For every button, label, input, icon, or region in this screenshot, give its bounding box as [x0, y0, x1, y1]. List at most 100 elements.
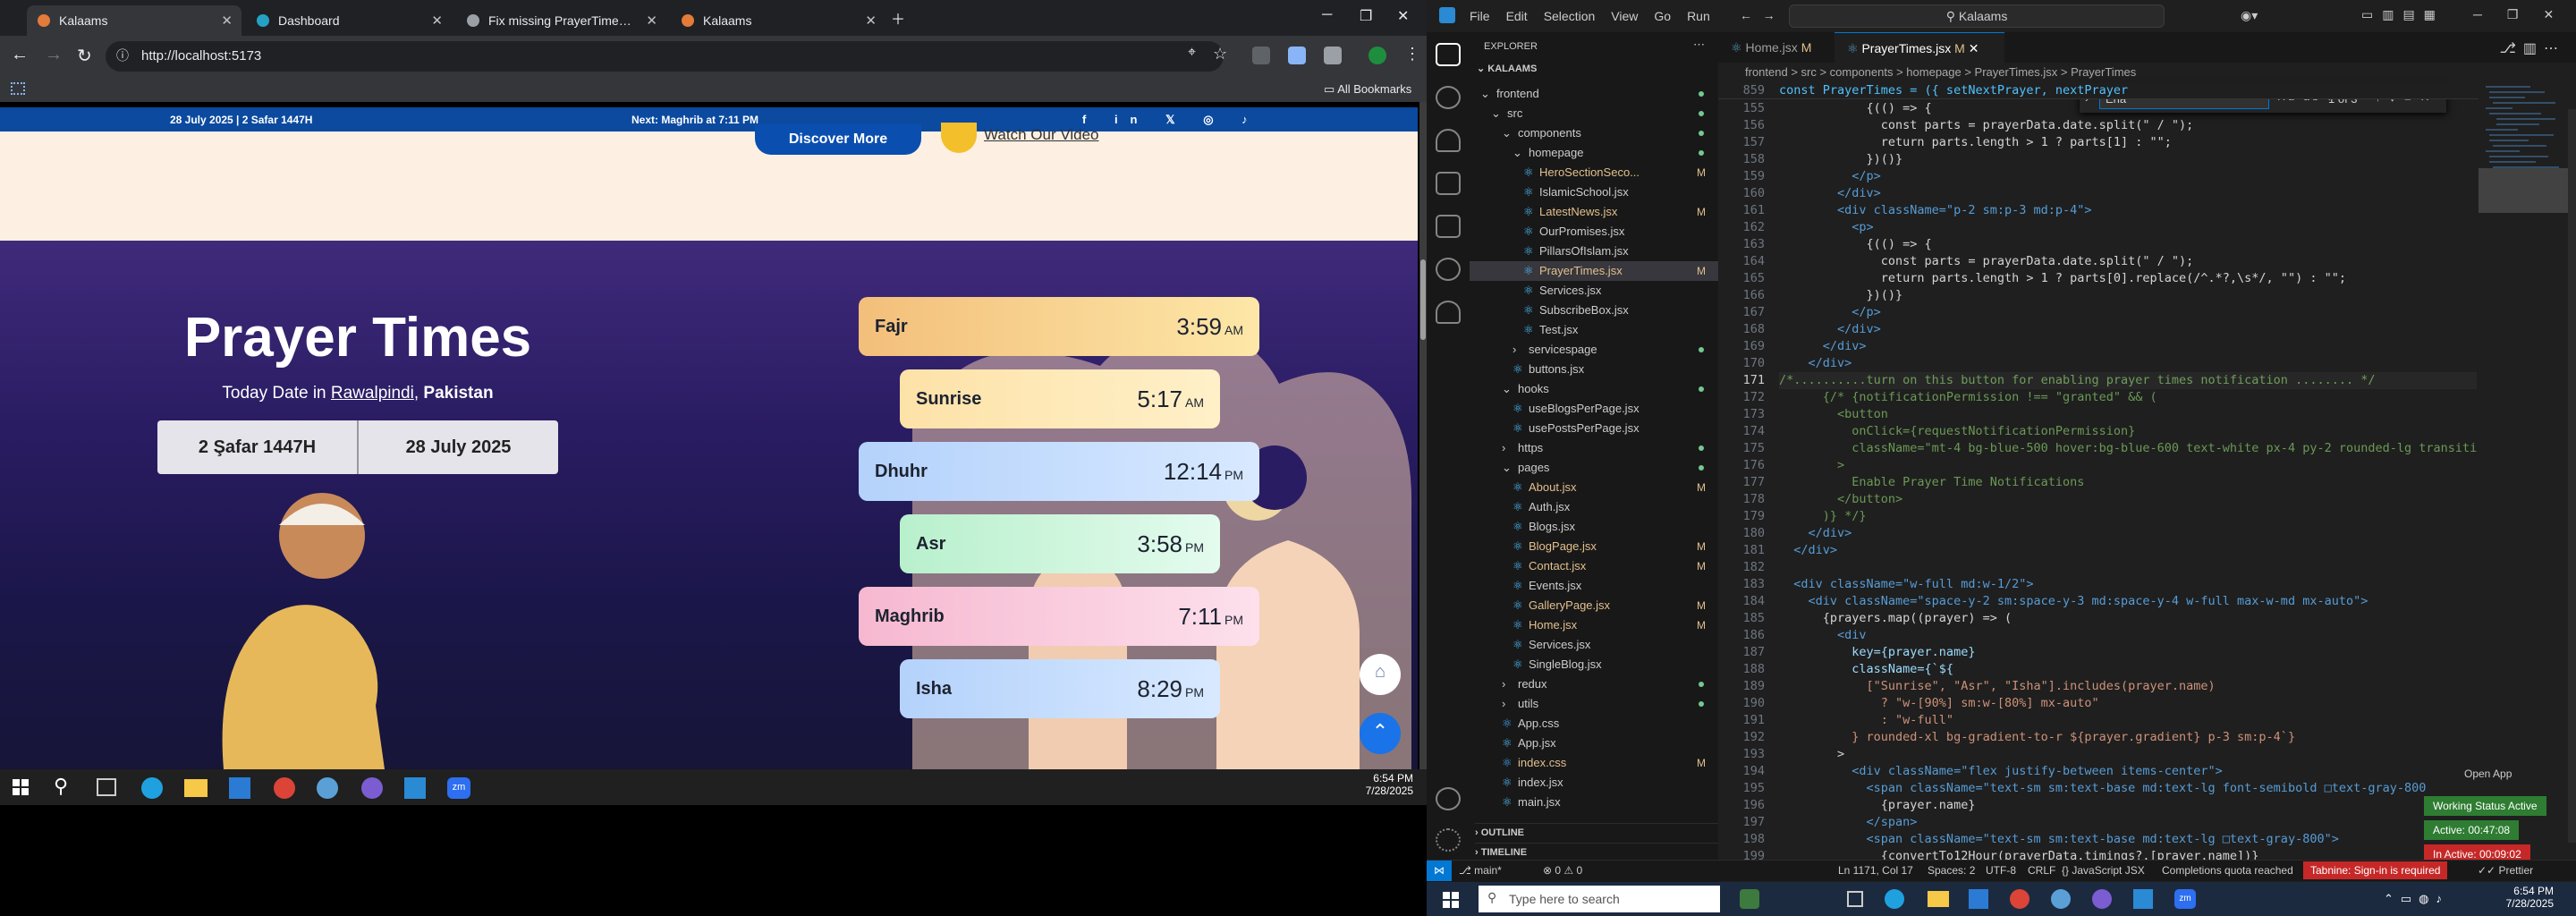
- workspace-root[interactable]: ⌄ KALAAMS: [1477, 63, 1537, 74]
- extensions-puzzle-icon[interactable]: [1324, 47, 1342, 64]
- task-view-icon[interactable]: [1847, 891, 1863, 907]
- explorer-icon[interactable]: [1436, 43, 1461, 66]
- outline-section[interactable]: › OUTLINE: [1475, 823, 1718, 838]
- command-search[interactable]: ⚲ Kalaams: [1789, 4, 2165, 28]
- close-tab-icon[interactable]: ✕: [431, 13, 443, 29]
- file-item[interactable]: ⚛ index.css M: [1470, 753, 1718, 773]
- back-icon[interactable]: ←: [11, 45, 29, 65]
- github-desktop-icon[interactable]: [361, 777, 383, 799]
- store-icon[interactable]: [229, 777, 250, 799]
- search-icon[interactable]: ⚲: [54, 775, 68, 798]
- quota-indicator[interactable]: Completions quota reached: [2162, 864, 2293, 877]
- open-app-link[interactable]: Open App: [2464, 768, 2512, 780]
- extension-icon[interactable]: [1252, 47, 1270, 64]
- folder-redux[interactable]: › redux: [1470, 674, 1718, 694]
- edge-icon[interactable]: [1885, 889, 1904, 909]
- file-item[interactable]: ⚛ index.jsx: [1470, 773, 1718, 793]
- profile-avatar[interactable]: [1368, 47, 1386, 64]
- watch-video-link[interactable]: Watch Our Video: [984, 126, 1099, 144]
- scrollbar-thumb[interactable]: [1420, 259, 1426, 340]
- tab-dashboard[interactable]: Dashboard ✕: [246, 5, 452, 36]
- discover-more-button[interactable]: Discover More: [755, 124, 921, 155]
- extensions-icon[interactable]: [1436, 215, 1461, 238]
- file-item[interactable]: ⚛ SingleBlog.jsx: [1470, 655, 1718, 674]
- indent-indicator[interactable]: Spaces: 2: [1928, 864, 1975, 877]
- file-item[interactable]: ⚛ Events.jsx: [1470, 576, 1718, 596]
- file-item[interactable]: ⚛ Test.jsx: [1470, 320, 1718, 340]
- code-editor[interactable]: 859 const PrayerTimes = ({ setNextPrayer…: [1718, 82, 2479, 869]
- settings-gear-icon[interactable]: [1436, 828, 1461, 852]
- tabnine-status[interactable]: Tabnine: Sign-in is required: [2303, 861, 2448, 879]
- window-controls[interactable]: ─❐✕: [2473, 7, 2576, 22]
- branch-indicator[interactable]: ⎇ main*: [1459, 864, 1502, 877]
- source-control-icon[interactable]: [1436, 129, 1461, 152]
- editor-actions[interactable]: ⎇▥⋯: [2499, 39, 2565, 57]
- file-item[interactable]: ⚛ Auth.jsx: [1470, 497, 1718, 517]
- close-tab-icon[interactable]: ✕: [865, 13, 877, 29]
- vscode-icon[interactable]: [404, 777, 426, 799]
- encoding-indicator[interactable]: UTF-8: [1986, 864, 2016, 877]
- file-item[interactable]: ⚛ App.css: [1470, 714, 1718, 734]
- problems-indicator[interactable]: ⊗ 0 ⚠ 0: [1543, 864, 1582, 877]
- file-item[interactable]: ⚛ App.jsx: [1470, 734, 1718, 753]
- file-item[interactable]: ⚛ Home.jsx M: [1470, 615, 1718, 635]
- scroll-top-button[interactable]: ⌃: [1360, 713, 1401, 754]
- tab-kalaams-1[interactable]: Kalaams ✕: [27, 5, 242, 36]
- folder-frontend[interactable]: ⌄ frontend: [1470, 84, 1718, 104]
- nav-arrows[interactable]: ← →: [1740, 8, 1775, 22]
- accounts-icon[interactable]: [1436, 787, 1461, 810]
- menu-run[interactable]: Run: [1687, 9, 1710, 23]
- github-desktop-icon[interactable]: [2092, 889, 2112, 909]
- menu-view[interactable]: View: [1611, 9, 1638, 23]
- copilot-icon[interactable]: ◉▾: [2241, 8, 2258, 23]
- file-explorer-icon[interactable]: [184, 779, 208, 797]
- windows-start-icon[interactable]: [13, 779, 29, 795]
- github-icon[interactable]: [1436, 258, 1461, 281]
- file-item[interactable]: ⚛ BlogPage.jsx M: [1470, 537, 1718, 556]
- chrome-icon[interactable]: [2010, 889, 2029, 909]
- zoom-icon[interactable]: zm: [447, 777, 470, 799]
- menu-edit[interactable]: Edit: [1506, 9, 1528, 23]
- folder-src[interactable]: ⌄ src: [1470, 104, 1718, 123]
- file-item[interactable]: ⚛ buttons.jsx: [1470, 360, 1718, 379]
- tab-home-jsx[interactable]: ⚛ Home.jsx M: [1718, 32, 1830, 63]
- file-item[interactable]: ⚛ IslamicSchool.jsx: [1470, 182, 1718, 202]
- social-icons[interactable]: f in 𝕏 ◎ ♪: [1082, 113, 1260, 127]
- menu-file[interactable]: File: [1470, 9, 1490, 23]
- close-tab-icon[interactable]: ✕: [1969, 41, 1979, 55]
- close-tab-icon[interactable]: ✕: [646, 13, 657, 29]
- folder-https[interactable]: › https: [1470, 438, 1718, 458]
- reload-icon[interactable]: ↻: [77, 45, 92, 67]
- file-item[interactable]: ⚛ PrayerTimes.jsx M: [1470, 261, 1718, 281]
- task-view-icon[interactable]: [97, 778, 116, 796]
- file-item[interactable]: ⚛ Services.jsx: [1470, 635, 1718, 655]
- folder-homepage[interactable]: ⌄ homepage: [1470, 143, 1718, 163]
- mosque-widget-button[interactable]: ⌂: [1360, 654, 1401, 695]
- location-icon[interactable]: ⌖: [1188, 45, 1196, 61]
- maximize-icon[interactable]: ❐: [1360, 7, 1372, 25]
- system-tray-icons[interactable]: ⌃▭◍♪: [2384, 892, 2449, 906]
- explorer-more-icon[interactable]: ⋯: [1693, 38, 1705, 52]
- file-item[interactable]: ⚛ Blogs.jsx: [1470, 517, 1718, 537]
- menu-go[interactable]: Go: [1654, 9, 1671, 23]
- folder-pages[interactable]: ⌄ pages: [1470, 458, 1718, 478]
- play-icon[interactable]: [941, 123, 977, 153]
- store-icon[interactable]: [1969, 889, 1988, 909]
- chrome-icon[interactable]: [274, 777, 295, 799]
- zoom-icon[interactable]: zm: [2174, 889, 2196, 909]
- menu-selection[interactable]: Selection: [1544, 9, 1596, 23]
- folder-servicespage[interactable]: › servicespage: [1470, 340, 1718, 360]
- file-item[interactable]: ⚛ Contact.jsx M: [1470, 556, 1718, 576]
- file-item[interactable]: ⚛ main.jsx: [1470, 793, 1718, 812]
- tab-kalaams-2[interactable]: Kalaams ✕: [671, 5, 886, 36]
- tab-prayertimes-jsx[interactable]: ⚛ PrayerTimes.jsx M ✕: [1835, 32, 2004, 63]
- remote-icon[interactable]: ⋈: [1427, 861, 1452, 881]
- eol-indicator[interactable]: CRLF: [2028, 864, 2055, 877]
- apps-grid-icon[interactable]: [11, 82, 25, 95]
- new-tab-icon[interactable]: ＋: [891, 7, 905, 29]
- minimap[interactable]: [2479, 82, 2576, 869]
- minimize-icon[interactable]: ─: [1322, 7, 1332, 23]
- tabnine-icon[interactable]: [1436, 301, 1461, 324]
- file-item[interactable]: ⚛ HeroSectionSeco... M: [1470, 163, 1718, 182]
- app-icon[interactable]: [2051, 889, 2071, 909]
